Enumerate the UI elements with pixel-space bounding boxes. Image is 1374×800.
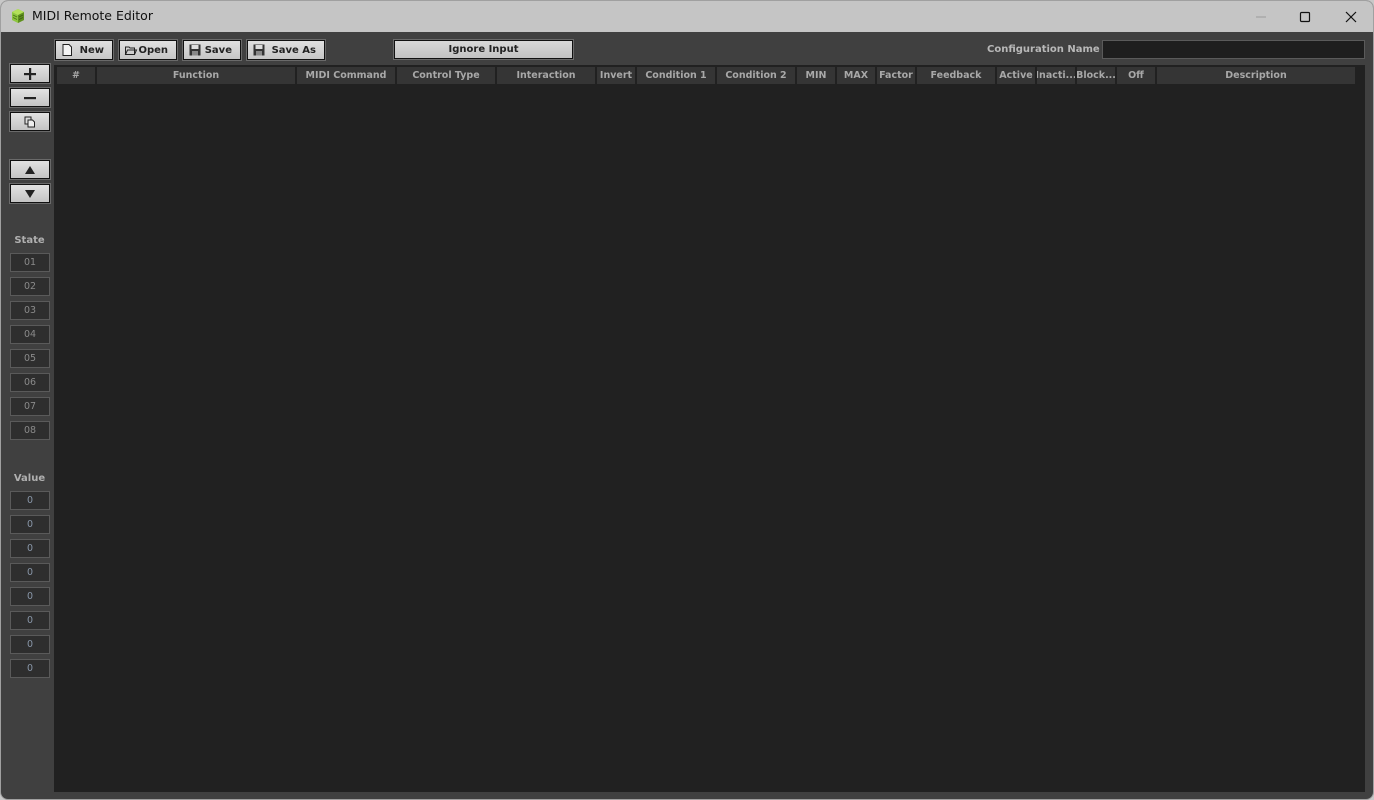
maximize-icon <box>1299 11 1311 22</box>
column-header-interaction[interactable]: Interaction <box>497 67 595 84</box>
state-button-07[interactable]: 07 <box>10 397 50 416</box>
copy-icon <box>24 116 35 127</box>
remove-row-button[interactable] <box>9 87 51 108</box>
configuration-name-input[interactable] <box>1102 40 1365 59</box>
open-button[interactable]: Open <box>118 39 178 61</box>
table-header: # Function MIDI Command Control Type Int… <box>57 67 1357 84</box>
new-button[interactable]: New <box>54 39 114 61</box>
plus-icon <box>24 67 36 80</box>
close-button[interactable] <box>1328 1 1373 32</box>
state-button-05[interactable]: 05 <box>10 349 50 368</box>
save-label: Save <box>204 45 232 56</box>
minus-icon <box>24 96 36 99</box>
column-header-description[interactable]: Description <box>1157 67 1355 84</box>
state-heading: State <box>14 235 45 246</box>
value-field-2[interactable]: 0 <box>10 515 50 534</box>
column-header-factor[interactable]: Factor <box>877 67 915 84</box>
duplicate-row-button[interactable] <box>9 111 51 132</box>
save-button[interactable]: Save <box>182 39 242 61</box>
column-header-condition-2[interactable]: Condition 2 <box>717 67 795 84</box>
state-button-04[interactable]: 04 <box>10 325 50 344</box>
save-disk-icon <box>189 44 201 56</box>
state-button-02[interactable]: 02 <box>10 277 50 296</box>
column-header-off[interactable]: Off <box>1117 67 1155 84</box>
add-row-button[interactable] <box>9 63 51 84</box>
close-icon <box>1345 11 1357 22</box>
configuration-name-label: Configuration Name : <box>987 44 1108 55</box>
mapping-table[interactable]: # Function MIDI Command Control Type Int… <box>54 65 1365 792</box>
column-header-inactive[interactable]: Inacti... <box>1037 67 1075 84</box>
minimize-icon <box>1256 16 1266 17</box>
column-header-max[interactable]: MAX <box>837 67 875 84</box>
value-field-3[interactable]: 0 <box>10 539 50 558</box>
open-folder-icon <box>124 46 138 55</box>
column-header-feedback[interactable]: Feedback <box>917 67 995 84</box>
state-button-08[interactable]: 08 <box>10 421 50 440</box>
column-header-invert[interactable]: Invert <box>597 67 635 84</box>
title-bar[interactable]: MIDI Remote Editor <box>1 1 1373 32</box>
move-up-button[interactable] <box>9 159 51 180</box>
move-down-button[interactable] <box>9 183 51 204</box>
state-button-06[interactable]: 06 <box>10 373 50 392</box>
value-field-1[interactable]: 0 <box>10 491 50 510</box>
column-header-number[interactable]: # <box>57 67 95 84</box>
arrow-up-icon <box>25 165 35 174</box>
save-as-button[interactable]: Save As <box>246 39 326 61</box>
column-header-midi-command[interactable]: MIDI Command <box>297 67 395 84</box>
maximize-button[interactable] <box>1282 1 1328 32</box>
value-field-6[interactable]: 0 <box>10 611 50 630</box>
save-as-label: Save As <box>271 45 316 56</box>
app-logo-icon <box>12 9 24 23</box>
column-header-function[interactable]: Function <box>97 67 295 84</box>
value-field-8[interactable]: 0 <box>10 659 50 678</box>
value-field-7[interactable]: 0 <box>10 635 50 654</box>
state-button-01[interactable]: 01 <box>10 253 50 272</box>
column-header-active[interactable]: Active <box>997 67 1035 84</box>
midi-remote-editor-window: MIDI Remote Editor New Open Save Save As… <box>0 0 1374 800</box>
value-heading: Value <box>13 473 46 484</box>
state-button-03[interactable]: 03 <box>10 301 50 320</box>
new-file-icon <box>62 44 72 56</box>
open-label: Open <box>138 45 168 56</box>
value-field-4[interactable]: 0 <box>10 563 50 582</box>
minimize-button[interactable] <box>1238 1 1284 32</box>
column-header-control-type[interactable]: Control Type <box>397 67 495 84</box>
ignore-input-button[interactable]: Ignore Input <box>393 39 574 60</box>
save-as-disk-icon <box>253 44 265 56</box>
column-header-condition-1[interactable]: Condition 1 <box>637 67 715 84</box>
column-header-min[interactable]: MIN <box>797 67 835 84</box>
new-label: New <box>79 45 104 56</box>
arrow-down-icon <box>25 189 35 198</box>
column-header-block[interactable]: Block... <box>1077 67 1115 84</box>
window-title: MIDI Remote Editor <box>32 8 153 23</box>
value-field-5[interactable]: 0 <box>10 587 50 606</box>
